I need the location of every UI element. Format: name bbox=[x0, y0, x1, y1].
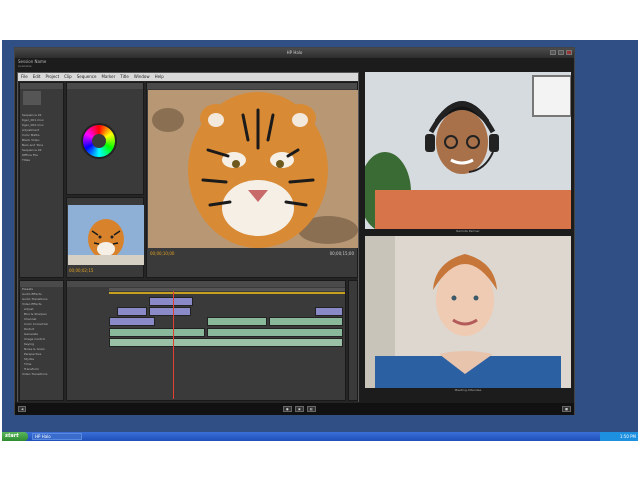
share-button[interactable]: ◧ bbox=[307, 406, 316, 412]
audio-clip[interactable] bbox=[207, 328, 343, 337]
video-clip[interactable] bbox=[269, 317, 343, 326]
video-clip[interactable] bbox=[117, 307, 147, 316]
start-button[interactable]: start bbox=[2, 432, 28, 441]
effect-controls-tab[interactable] bbox=[67, 83, 143, 89]
session-menu-button[interactable]: ◀ bbox=[18, 406, 27, 412]
menu-edit[interactable]: Edit bbox=[33, 73, 41, 81]
time-ruler[interactable] bbox=[109, 288, 345, 291]
session-toolbar: ◀ ● ▣ ◧ ■ bbox=[15, 403, 574, 415]
video-clip[interactable] bbox=[149, 307, 191, 316]
effects-panel[interactable]: Presets Audio Effects Audio Transitions … bbox=[19, 280, 64, 401]
video-track-1[interactable] bbox=[109, 317, 345, 326]
source-tiger-thumbnail bbox=[68, 205, 144, 265]
program-tiger-frame bbox=[148, 90, 358, 248]
menu-clip[interactable]: Clip bbox=[64, 73, 72, 81]
screenshot-stage: HP Halo Session Name Available File Edit… bbox=[0, 0, 640, 480]
menu-sequence[interactable]: Sequence bbox=[77, 73, 97, 81]
video-clip[interactable] bbox=[207, 317, 267, 326]
project-tab[interactable] bbox=[20, 83, 63, 89]
audio-track-1[interactable] bbox=[109, 328, 345, 337]
taskbar: start HP Halo 1:50 PM bbox=[2, 432, 638, 441]
menu-marker[interactable]: Marker bbox=[101, 73, 115, 81]
project-panel[interactable]: Sequence 01 tiger_001.mov tiger_002.mov … bbox=[19, 82, 64, 278]
color-wheel[interactable] bbox=[81, 123, 117, 159]
participant-label: Remote Partner bbox=[456, 229, 480, 233]
menu-bar: File Edit Project Clip Sequence Marker T… bbox=[18, 73, 358, 81]
effect-controls-panel[interactable] bbox=[66, 82, 144, 195]
audio-clip[interactable] bbox=[109, 328, 205, 337]
work-area-bar[interactable] bbox=[109, 292, 345, 294]
video-clip[interactable] bbox=[149, 297, 193, 306]
video-tile-remote bbox=[365, 72, 571, 229]
video-track-3[interactable] bbox=[109, 297, 345, 306]
maximize-button[interactable] bbox=[558, 50, 564, 55]
list-item[interactable]: Video Transitions bbox=[20, 372, 63, 377]
video-clip[interactable] bbox=[109, 317, 155, 326]
menu-project[interactable]: Project bbox=[45, 73, 59, 81]
system-tray-clock: 1:50 PM bbox=[600, 432, 638, 441]
video-tile-local bbox=[365, 236, 571, 388]
participant-label: Meeting Attendee bbox=[454, 388, 482, 392]
minimize-button[interactable] bbox=[550, 50, 556, 55]
video-track-2[interactable] bbox=[109, 307, 345, 316]
close-button[interactable] bbox=[566, 50, 572, 55]
disconnect-button[interactable]: ■ bbox=[562, 406, 571, 412]
tools-panel[interactable] bbox=[348, 280, 358, 401]
halo-session-window[interactable]: HP Halo Session Name Available File Edit… bbox=[14, 47, 575, 415]
session-status: Available bbox=[18, 64, 32, 68]
mic-button[interactable]: ● bbox=[283, 406, 292, 412]
menu-help[interactable]: Help bbox=[155, 73, 164, 81]
workspace: Sequence 01 tiger_001.mov tiger_002.mov … bbox=[18, 81, 358, 403]
playhead[interactable] bbox=[173, 291, 174, 399]
timeline-panel[interactable] bbox=[66, 280, 346, 401]
shared-premiere-app[interactable]: File Edit Project Clip Sequence Marker T… bbox=[17, 72, 359, 403]
camera-button[interactable]: ▣ bbox=[295, 406, 304, 412]
menu-window[interactable]: Window bbox=[134, 73, 150, 81]
audio-track-2[interactable] bbox=[109, 338, 345, 347]
program-tab[interactable] bbox=[147, 83, 357, 89]
video-clip[interactable] bbox=[315, 307, 343, 316]
speaker-icon bbox=[23, 91, 41, 105]
program-timecode: 00;00;10;00 bbox=[150, 251, 175, 256]
menu-file[interactable]: File bbox=[21, 73, 28, 81]
program-duration: 00;00;15;00 bbox=[329, 251, 354, 256]
project-list: Sequence 01 tiger_001.mov tiger_002.mov … bbox=[22, 113, 63, 163]
source-monitor[interactable]: 00;00;02;15 bbox=[66, 197, 144, 278]
timeline-tab[interactable] bbox=[67, 281, 345, 287]
list-item[interactable]: Titles bbox=[22, 158, 63, 163]
window-title: HP Halo bbox=[15, 48, 574, 58]
audio-clip[interactable] bbox=[109, 338, 343, 347]
taskbar-item[interactable]: HP Halo bbox=[32, 433, 82, 440]
source-timecode: 00;00;02;15 bbox=[69, 268, 94, 273]
menu-title[interactable]: Title bbox=[120, 73, 129, 81]
program-monitor[interactable]: 00;00;10;00 00;00;15;00 bbox=[146, 82, 358, 278]
